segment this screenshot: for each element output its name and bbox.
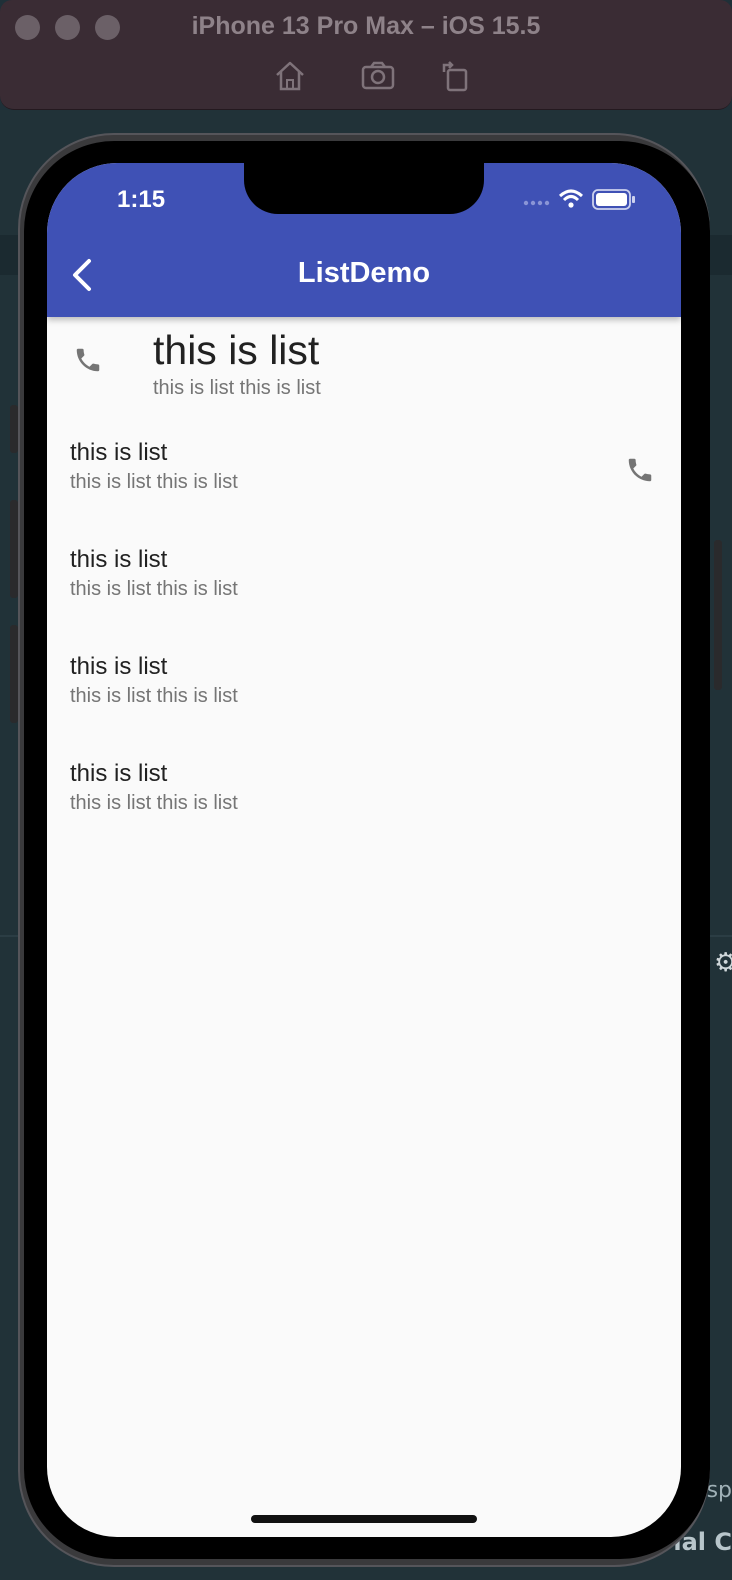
- mute-switch: [10, 405, 18, 453]
- list-view: this is list this is list this is list t…: [47, 317, 681, 855]
- wifi-icon: [558, 189, 584, 208]
- list-item-subtitle: this is list this is list: [153, 377, 321, 399]
- list-item-subtitle: this is list this is list: [70, 578, 238, 600]
- device-screen: 1:15 ListDemo this is list this is list …: [47, 163, 681, 1537]
- screenshot-icon[interactable]: [360, 58, 396, 94]
- home-icon[interactable]: [272, 58, 308, 94]
- list-item[interactable]: this is list this is list this is list: [47, 534, 681, 641]
- gear-icon[interactable]: ⚙: [714, 948, 732, 978]
- volume-down-button: [10, 625, 18, 723]
- battery-icon: [592, 189, 635, 210]
- page-title: ListDemo: [297, 257, 431, 289]
- list-item-subtitle: this is list this is list: [70, 685, 238, 707]
- notch: [244, 163, 484, 214]
- app-bar: 1:15 ListDemo: [47, 163, 681, 317]
- list-item-subtitle: this is list this is list: [70, 471, 238, 493]
- list-item-subtitle: this is list this is list: [70, 792, 238, 814]
- phone-icon: [76, 348, 100, 372]
- ide-text-fragment: sp: [706, 1478, 732, 1503]
- phone-icon: [628, 458, 652, 482]
- list-item-title: this is list: [153, 327, 320, 373]
- home-indicator[interactable]: [251, 1515, 477, 1523]
- list-item-title: this is list: [70, 760, 168, 787]
- signal-icon: [523, 200, 550, 206]
- simulator-titlebar: iPhone 13 Pro Max – iOS 15.5: [0, 0, 732, 110]
- list-item[interactable]: this is list this is list this is list: [47, 748, 681, 855]
- list-item[interactable]: this is list this is list this is list: [47, 641, 681, 748]
- list-item[interactable]: this is list this is list this is list: [47, 317, 681, 427]
- volume-up-button: [10, 500, 18, 598]
- list-item-title: this is list: [70, 546, 168, 573]
- status-time: 1:15: [117, 186, 166, 213]
- list-item-title: this is list: [70, 653, 168, 680]
- list-item-title: this is list: [70, 439, 168, 466]
- power-button: [714, 540, 722, 690]
- status-icons: [523, 189, 635, 210]
- simulator-title: iPhone 13 Pro Max – iOS 15.5: [191, 12, 541, 40]
- list-item[interactable]: this is list this is list this is list: [47, 427, 681, 534]
- rotate-icon[interactable]: [438, 58, 474, 94]
